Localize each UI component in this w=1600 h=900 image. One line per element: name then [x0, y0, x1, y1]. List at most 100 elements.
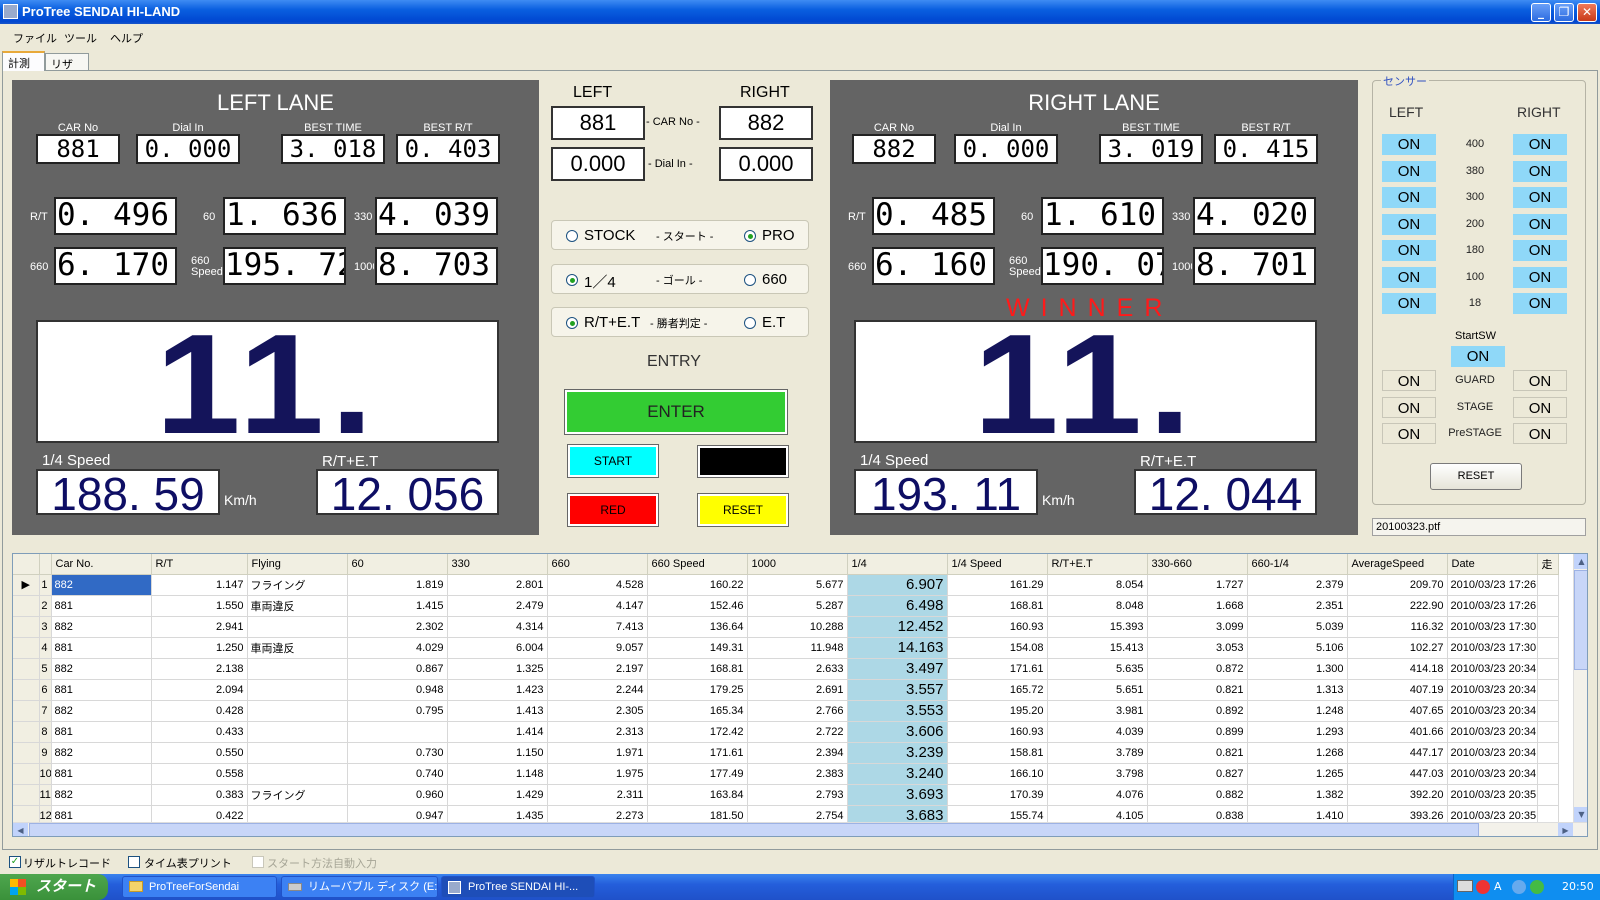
column-header[interactable]: 走 — [1537, 554, 1559, 575]
taskbar-item-folder[interactable]: ProTreeForSendai — [122, 876, 277, 898]
quarter-et-cell[interactable]: 3.693 — [847, 784, 948, 806]
row-number-cell[interactable]: 1 — [39, 574, 52, 596]
horizontal-scroll-thumb[interactable] — [29, 823, 1479, 836]
time-print-checkbox[interactable] — [128, 856, 140, 868]
table-cell[interactable]: 407.65 — [1347, 700, 1448, 722]
table-cell[interactable]: 152.46 — [647, 595, 748, 617]
table-cell[interactable] — [1537, 721, 1559, 743]
table-cell[interactable] — [1537, 574, 1559, 596]
quarter-et-cell[interactable]: 3.497 — [847, 658, 948, 680]
table-cell[interactable]: 2.479 — [447, 595, 548, 617]
scroll-right-icon[interactable]: ▶ — [1558, 823, 1573, 836]
table-cell[interactable]: 3.789 — [1047, 742, 1148, 764]
quarter-et-cell[interactable]: 3.606 — [847, 721, 948, 743]
table-cell[interactable]: 5.039 — [1247, 616, 1348, 638]
table-cell[interactable]: 1.150 — [447, 742, 548, 764]
table-cell[interactable]: 0.550 — [151, 742, 248, 764]
table-cell[interactable] — [247, 742, 348, 764]
table-cell[interactable]: 2010/03/23 17:30 — [1447, 637, 1538, 659]
table-row[interactable]: 11 882 0.383 フライング 0.960 1.429 2.311 163.84 2.79… — [13, 784, 1559, 806]
table-cell[interactable]: 195.20 — [947, 700, 1048, 722]
table-cell[interactable]: 2010/03/23 20:34 — [1447, 658, 1538, 680]
table-cell[interactable]: 1.971 — [547, 742, 648, 764]
table-cell[interactable]: 882 — [51, 700, 152, 722]
table-cell[interactable]: 163.84 — [647, 784, 748, 806]
row-selector[interactable] — [13, 784, 40, 806]
table-cell[interactable]: 2010/03/23 17:26 — [1447, 574, 1538, 596]
row-number-cell[interactable]: 4 — [39, 637, 52, 659]
table-cell[interactable]: 8.054 — [1047, 574, 1148, 596]
table-cell[interactable] — [347, 721, 448, 743]
tab-measure[interactable]: 計測 — [2, 51, 45, 71]
table-cell[interactable]: 15.393 — [1047, 616, 1148, 638]
table-cell[interactable]: 154.08 — [947, 637, 1048, 659]
row-selector[interactable] — [13, 763, 40, 785]
table-cell[interactable]: 1.250 — [151, 637, 248, 659]
table-row[interactable]: 5 882 2.138 0.867 1.325 2.197 168.81 2.633 3.497… — [13, 658, 1559, 680]
quarter-et-cell[interactable]: 3.557 — [847, 679, 948, 701]
table-cell[interactable] — [1537, 595, 1559, 617]
update-icon[interactable] — [1530, 880, 1544, 894]
row-number-cell[interactable]: 11 — [39, 784, 52, 806]
column-header[interactable]: 330 — [447, 554, 548, 575]
table-cell[interactable]: 1.429 — [447, 784, 548, 806]
table-row[interactable]: 10 881 0.558 0.740 1.148 1.975 177.49 2.383 3.24… — [13, 763, 1559, 785]
table-cell[interactable]: 2.305 — [547, 700, 648, 722]
table-cell[interactable]: 881 — [51, 595, 152, 617]
table-cell[interactable] — [1537, 658, 1559, 680]
column-header[interactable]: 660 — [547, 554, 648, 575]
start-button-taskbar[interactable]: スタート — [0, 874, 108, 900]
table-cell[interactable] — [1537, 679, 1559, 701]
table-cell[interactable]: 2.311 — [547, 784, 648, 806]
right-dial-in-input[interactable]: 0.000 — [719, 147, 813, 181]
table-cell[interactable]: 6.004 — [447, 637, 548, 659]
table-cell[interactable]: 2010/03/23 20:34 — [1447, 742, 1538, 764]
table-cell[interactable]: 3.053 — [1147, 637, 1248, 659]
table-row[interactable]: 6 881 2.094 0.948 1.423 2.244 179.25 2.691 3.557… — [13, 679, 1559, 701]
row-number-cell[interactable]: 2 — [39, 595, 52, 617]
row-number-cell[interactable]: 9 — [39, 742, 52, 764]
table-cell[interactable]: 222.90 — [1347, 595, 1448, 617]
column-header[interactable]: AverageSpeed — [1347, 554, 1448, 575]
table-cell[interactable]: 10.288 — [747, 616, 848, 638]
table-row[interactable]: 3 882 2.941 2.302 4.314 7.413 136.64 10.288 12.4… — [13, 616, 1559, 638]
table-cell[interactable]: 1.415 — [347, 595, 448, 617]
row-selector[interactable] — [13, 742, 40, 764]
row-number-cell[interactable]: 5 — [39, 658, 52, 680]
table-cell[interactable]: 0.558 — [151, 763, 248, 785]
table-cell[interactable]: 102.27 — [1347, 637, 1448, 659]
table-row[interactable]: 7 882 0.428 0.795 1.413 2.305 165.34 2.766 3.553… — [13, 700, 1559, 722]
results-grid[interactable]: Car No. R/T Flying 60 330 660 660 Speed 1000 1/4… — [12, 553, 1588, 837]
quarter-et-cell[interactable]: 6.907 — [847, 574, 948, 596]
table-cell[interactable]: 8.048 — [1047, 595, 1148, 617]
reset-lights-button[interactable]: RESET — [697, 493, 789, 527]
table-cell[interactable]: 5.287 — [747, 595, 848, 617]
table-cell[interactable]: 1.819 — [347, 574, 448, 596]
table-cell[interactable]: 2.633 — [747, 658, 848, 680]
column-header[interactable]: Car No. — [51, 554, 152, 575]
table-cell[interactable]: 149.31 — [647, 637, 748, 659]
table-cell[interactable]: 2.383 — [747, 763, 848, 785]
taskbar-item-protree[interactable]: ProTree SENDAI HI-... — [441, 876, 595, 898]
table-cell[interactable]: 1.727 — [1147, 574, 1248, 596]
table-cell[interactable]: 168.81 — [647, 658, 748, 680]
table-cell[interactable]: 2.138 — [151, 658, 248, 680]
table-cell[interactable]: 5.635 — [1047, 658, 1148, 680]
table-cell[interactable]: 168.81 — [947, 595, 1048, 617]
table-cell[interactable]: 5.651 — [1047, 679, 1148, 701]
table-cell[interactable]: 0.899 — [1147, 721, 1248, 743]
table-cell[interactable]: 車両違反 — [247, 595, 348, 617]
radio-quarter[interactable] — [566, 274, 578, 286]
table-cell[interactable] — [247, 616, 348, 638]
table-cell[interactable]: 2.801 — [447, 574, 548, 596]
table-cell[interactable]: 15.413 — [1047, 637, 1148, 659]
table-cell[interactable]: 401.66 — [1347, 721, 1448, 743]
minimize-button[interactable]: _ — [1531, 3, 1551, 22]
row-selector[interactable] — [13, 658, 40, 680]
table-cell[interactable] — [247, 658, 348, 680]
table-cell[interactable]: 2.351 — [1247, 595, 1348, 617]
column-header[interactable]: 660-1/4 — [1247, 554, 1348, 575]
table-cell[interactable]: 1.668 — [1147, 595, 1248, 617]
table-cell[interactable]: フライング — [247, 574, 348, 596]
table-cell[interactable]: 2010/03/23 20:34 — [1447, 679, 1538, 701]
